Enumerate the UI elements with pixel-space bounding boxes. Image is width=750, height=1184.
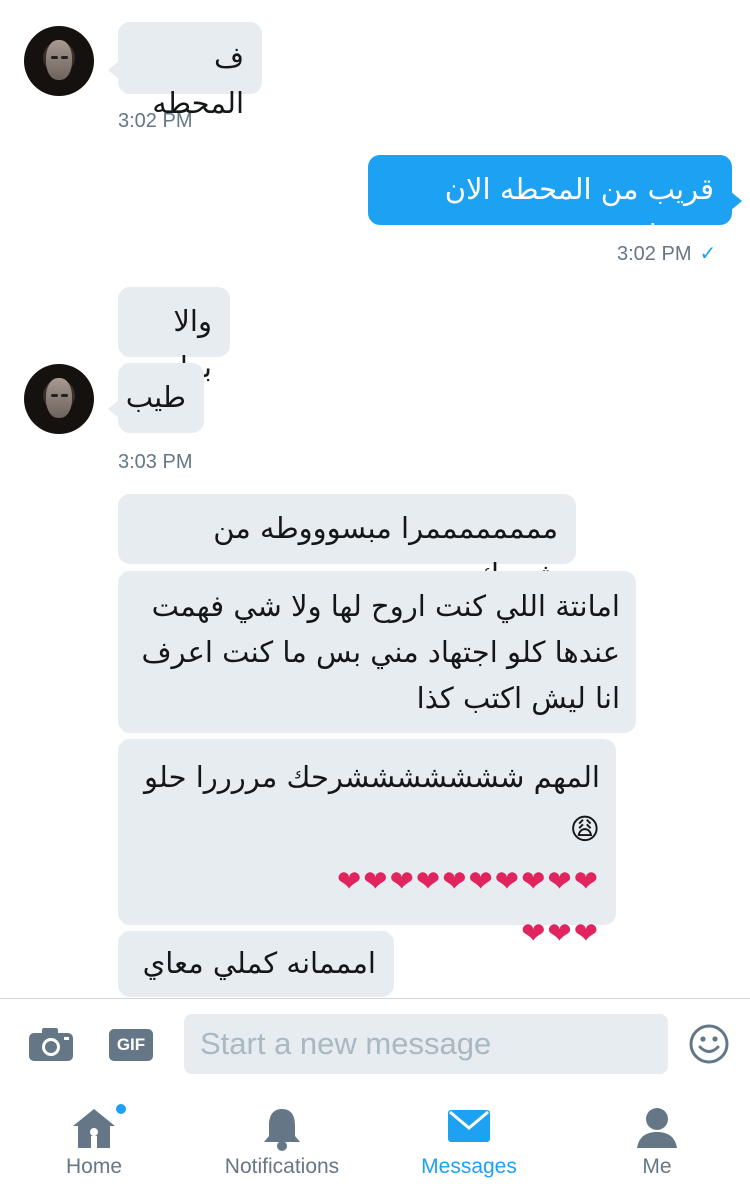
tab-me[interactable]: Me: [577, 1092, 737, 1184]
timestamp-text: 3:02 PM: [617, 243, 692, 265]
message-line: امانتة اللي كنت اروح لها ولا شي فهمت: [151, 589, 620, 623]
avatar[interactable]: [24, 26, 94, 96]
person-icon: [637, 1108, 677, 1148]
emoji-icon[interactable]: [688, 1023, 730, 1069]
tab-bar: Home Notifications Messages Me: [0, 1092, 750, 1184]
outgoing-message[interactable]: قريب من المحطه الان بيوصل: [368, 155, 742, 252]
gif-button[interactable]: GIF: [109, 1029, 153, 1061]
message-line: انا ليش اكتب كذا: [416, 681, 620, 715]
divider: [0, 998, 750, 999]
avatar[interactable]: [24, 364, 94, 434]
incoming-message[interactable]: امانتة اللي كنت اروح لها ولا شي فهمت عند…: [118, 571, 636, 733]
message-text: ف المحطه: [152, 40, 244, 120]
bell-icon: [264, 1109, 300, 1151]
tab-notifications[interactable]: Notifications: [202, 1092, 362, 1184]
tab-label: Messages: [421, 1155, 517, 1178]
incoming-message[interactable]: ممممممممرا مبسوووطه من شرحك: [118, 494, 576, 591]
incoming-message[interactable]: طيب: [108, 363, 204, 433]
notification-dot: [116, 1104, 126, 1114]
hearts-row: ❤❤❤❤❤❤❤❤❤❤: [337, 864, 600, 898]
incoming-message[interactable]: المهم شششششششرحك مررررا حلو 😩 ❤❤❤❤❤❤❤❤❤❤…: [118, 739, 616, 950]
checkmark-icon: ✓: [699, 243, 717, 265]
tab-label: Home: [65, 1155, 123, 1178]
message-text: قريب من المحطه الان بيوصل: [444, 172, 714, 252]
message-input-container[interactable]: [184, 1014, 668, 1074]
timestamp: 3:03 PM: [118, 451, 193, 473]
message-text: امممانه كملي معاي: [142, 946, 376, 980]
tab-label: Notifications: [224, 1155, 340, 1178]
camera-icon[interactable]: [28, 1026, 74, 1066]
tab-label: Me: [642, 1155, 672, 1178]
message-text: المهم شششششششرحك مررررا حلو 😩: [144, 760, 600, 846]
incoming-message[interactable]: ف المحطه: [108, 22, 262, 120]
tab-messages[interactable]: Messages: [389, 1092, 549, 1184]
tab-home[interactable]: Home: [14, 1092, 174, 1184]
incoming-message[interactable]: والا برا: [118, 287, 230, 384]
message-input[interactable]: [184, 1014, 668, 1074]
incoming-message[interactable]: امممانه كملي معاي: [118, 931, 394, 997]
home-icon: [73, 1109, 115, 1148]
timestamp: 3:02 PM: [118, 110, 193, 132]
envelope-icon: [448, 1110, 490, 1142]
timestamp: 3:02 PM ✓: [617, 241, 716, 266]
message-text: طيب: [125, 380, 186, 414]
message-line: عندها كلو اجتهاد مني بس ما كنت اعرف: [141, 635, 621, 669]
gif-label: GIF: [116, 1035, 146, 1054]
